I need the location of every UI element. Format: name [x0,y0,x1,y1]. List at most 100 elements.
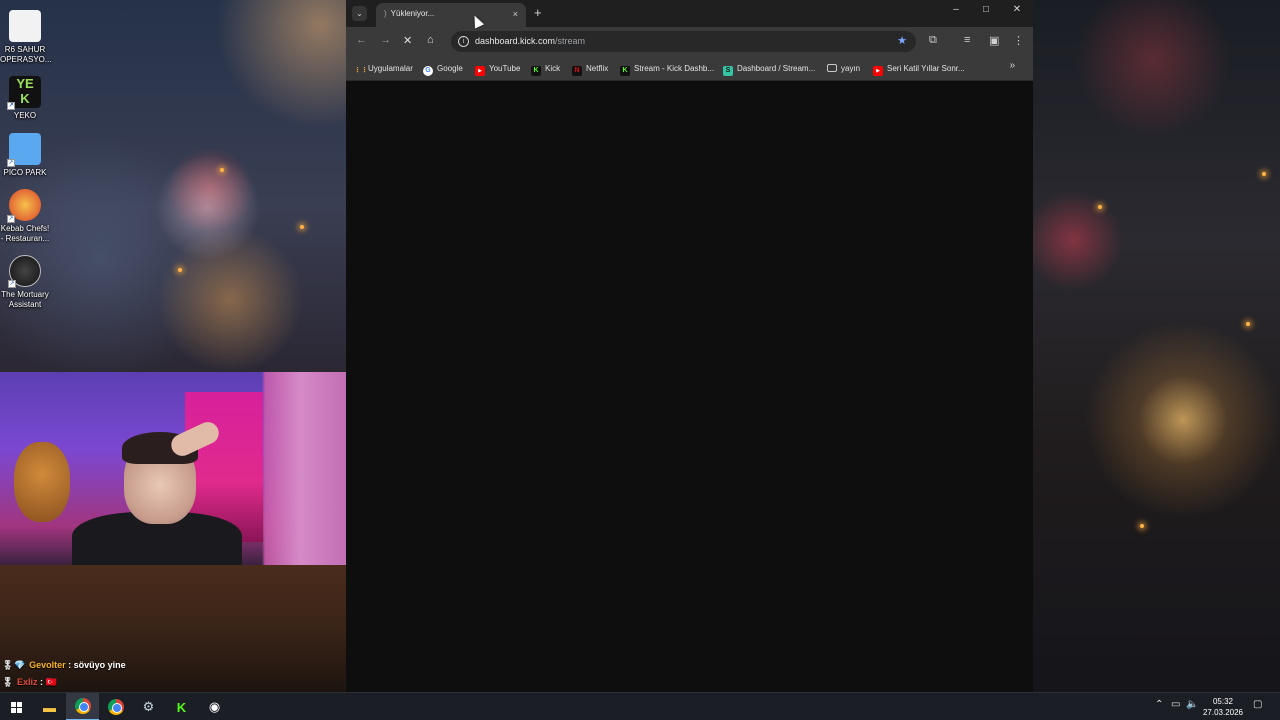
pico-park-icon: ↗ [7,132,41,167]
bookmark-label: Seri Katil Yıllar Sonr... [887,64,965,73]
browser-toolbar: ← → ✕ ⌂ i dashboard.kick.com/stream ★ ⧉ … [346,27,1033,56]
chrome-icon [74,698,91,714]
bookmark-label: Kick [545,64,561,73]
google-icon: G [423,66,433,76]
site-info-icon[interactable]: i [458,36,469,47]
tray-overflow-chevron-icon[interactable]: ⌃ [1155,699,1163,710]
bookmark-netflix[interactable]: N Netflix [572,61,608,76]
bookmarks-bar: ⋮⋮Uygulamalar G Google ▶ YouTube K Kick N Ne… [346,56,1033,81]
home-icon[interactable]: ⌂ [427,34,434,46]
kick-icon: K [531,66,541,76]
taskbar-clock[interactable]: 05:32 27.03.2026 [1198,696,1248,718]
firework-spark [220,168,224,172]
firework-spark [1098,205,1102,209]
taskbar-steam[interactable]: ⚙ [132,693,165,720]
desktop-icon-label: PICO PARK [3,167,47,177]
bookmark-star-icon[interactable]: ★ [897,31,907,52]
desktop-icon-r6-sahur[interactable]: R6 SAHUR OPERASYO... [0,10,52,64]
bookmark-youtube[interactable]: ▶ YouTube [475,61,520,76]
netflix-icon: N [572,66,582,76]
shortcut-arrow-icon: ↗ [8,280,16,288]
volume-icon[interactable]: 🔈 [1186,699,1198,710]
chat-username: Exliz [16,677,38,687]
chat-badge-icons: 🎖💎 [2,660,27,670]
webcam-overlay [0,372,346,565]
kebab-menu-icon[interactable]: ⋮ [1013,34,1024,47]
tab-close-button[interactable]: × [513,3,518,25]
media-controls-icon[interactable]: ≡ [964,34,970,46]
bookmark-kick-dashboard[interactable]: K Stream - Kick Dashb... [620,61,714,76]
taskbar-file-explorer[interactable]: ▬ [33,693,66,720]
chat-text: 🇹🇷 [45,677,57,687]
bookmark-label: Netflix [586,64,609,73]
desktop-icon-pico-park[interactable]: ↗ PICO PARK [0,132,50,178]
chrome-profile-icon [107,699,124,715]
desktop-wallpaper-right [1033,0,1280,692]
clock-date: 27.03.2026 [1202,708,1244,717]
kick-icon: K [620,66,630,76]
tab-title: Yükleniyor... [390,9,435,18]
kick-app-icon: K [176,699,187,715]
taskbar-chrome-profile[interactable] [99,693,132,720]
taskbar-obs[interactable]: ◉ [198,693,231,720]
folder-icon: ▬ [43,699,56,715]
chat-message: 🎖💎 Gevolter : sövüyo yine [2,660,126,671]
shortcut-arrow-icon: ↗ [7,102,15,110]
page-content-loading [346,81,1033,692]
start-button[interactable] [0,693,33,720]
r6-sahur-icon [9,10,41,42]
back-arrow-icon[interactable]: ← [356,34,367,46]
bookmark-seri-katil[interactable]: ▶ Seri Katil Yıllar Sonr... [873,61,965,76]
bookmark-kick[interactable]: K Kick [531,61,560,76]
obs-icon: ◉ [208,699,221,714]
bookmark-label: Google [437,64,463,73]
desktop-icon-yeko[interactable]: YE K ↗ YEKO [0,76,50,121]
desktop-icon-kebab-chefs[interactable]: ↗ Kebab Chefs! - Restauran... [0,189,50,243]
kebab-chefs-icon: ↗ [7,189,41,223]
bookmark-streamlabs-dashboard[interactable]: S Dashboard / Stream... [723,61,815,76]
firework-spark [178,268,182,272]
bookmark-label: Dashboard / Stream... [737,64,816,73]
bookmarks-overflow-button[interactable]: » [1009,60,1015,71]
forward-arrow-icon[interactable]: → [380,34,391,46]
close-window-button[interactable]: ✕ [1002,4,1032,15]
tab-search-button[interactable]: ⌄ [352,6,367,21]
firework-spark [1262,172,1266,176]
maximize-button[interactable]: □ [971,4,1001,15]
chat-text: sövüyo yine [73,660,126,670]
profile-avatar-icon[interactable]: ▣ [989,34,999,47]
new-tab-button[interactable]: + [534,5,542,20]
notification-icon[interactable]: ▢ [1253,699,1262,710]
minimize-button[interactable]: – [941,4,971,15]
extensions-puzzle-icon[interactable]: ⧉ [929,34,937,47]
tab-loading[interactable]: ) Yükleniyor... × [376,3,526,27]
bookmark-label: YouTube [489,64,521,73]
yeko-icon: YE K ↗ [7,76,41,110]
steam-icon: ⚙ [142,699,155,714]
clock-time: 05:32 [1212,697,1234,706]
bookmark-apps[interactable]: ⋮⋮Uygulamalar [354,61,413,76]
tab-strip: ⌄ ) Yükleniyor... × + – □ ✕ [346,0,1033,27]
taskbar: ▬ ⚙ K ◉ ⌃ ▭ 🔈 05:32 27.03.2026 ▢ [0,692,1280,720]
chat-overlay-background [0,565,346,692]
bookmark-google[interactable]: G Google [423,61,463,76]
bookmark-folder-yayin[interactable]: yayın [827,61,860,76]
streamlabs-icon: S [723,66,733,76]
chat-username: Gevolter [29,660,66,670]
desktop-icon-label: YEKO [13,111,37,120]
address-path: /stream [555,36,586,46]
firework-spark [1246,322,1250,326]
bookmark-label: yayın [841,64,861,73]
address-bar[interactable]: i dashboard.kick.com/stream ★ [451,31,916,52]
taskbar-chrome[interactable] [66,693,99,720]
taskbar-kick-app[interactable]: K [165,693,198,720]
network-icon[interactable]: ▭ [1171,699,1180,710]
bookmark-label: Stream - Kick Dashb... [634,64,715,73]
firework-spark [300,225,304,229]
desktop-icon-mortuary-assistant[interactable]: ↗ The Mortuary Assistant [0,255,50,309]
shortcut-arrow-icon: ↗ [7,158,15,167]
stop-loading-icon[interactable]: ✕ [403,34,412,47]
address-domain: dashboard.kick.com [475,36,556,46]
windows-logo-icon [11,701,22,713]
desktop-icon-label: Kebab Chefs! - Restauran... [0,224,50,243]
